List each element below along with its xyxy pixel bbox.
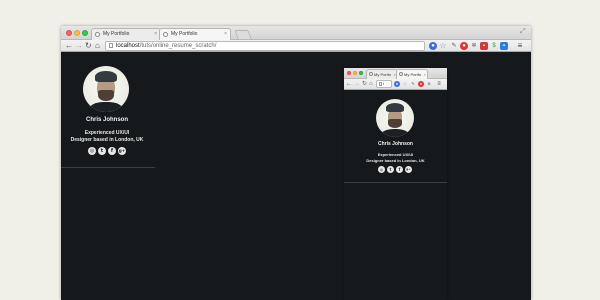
reload-icon[interactable]: ↻ — [85, 41, 92, 50]
bookmark-star-icon[interactable]: ☆ — [402, 81, 408, 87]
fullscreen-icon[interactable]: ⤢ — [520, 28, 526, 36]
page-icon — [109, 43, 113, 48]
url-host: localhost — [116, 43, 140, 49]
address-bar[interactable]: l — [376, 80, 392, 88]
extension-globe-icon[interactable]: ● — [394, 81, 400, 87]
wrench-icon[interactable]: ✎ — [410, 81, 416, 87]
profile-tagline-line1: Experienced UX/UI — [84, 130, 130, 136]
browser-toolbar: ← → ↻ ⌂ l ● ☆ ✎ ● ✲ ≡ — [344, 79, 447, 90]
avatar — [83, 66, 129, 112]
wrench-icon[interactable]: ✎ — [450, 42, 458, 50]
tab-my-portfolio-1[interactable]: My Portfo × — [366, 69, 398, 79]
back-icon[interactable]: ← — [346, 80, 352, 89]
tab-title: My Portfo — [374, 72, 392, 77]
back-icon[interactable]: ← — [65, 41, 73, 50]
googleplus-icon[interactable]: g+ — [118, 147, 126, 155]
googleplus-icon[interactable]: g+ — [405, 166, 412, 173]
tab-my-portfolio-2[interactable]: My Portfolio × — [159, 28, 231, 40]
extension-red-icon[interactable]: ● — [460, 42, 468, 50]
url-host: l — [383, 81, 384, 86]
forward-icon[interactable]: → — [75, 41, 83, 50]
browser-window-large: My Portfolio × My Portfolio × ⤢ ← → ↻ ⌂ … — [61, 26, 531, 300]
tab-bar: My Portfo × My Portfo × — [344, 68, 447, 79]
new-tab-button[interactable] — [234, 30, 252, 39]
minimize-window-button[interactable] — [353, 71, 357, 75]
home-icon[interactable]: ⌂ — [95, 41, 100, 50]
page-favicon-icon — [399, 72, 403, 76]
url-path: /tuts/online_resume_scratch/ — [139, 43, 217, 49]
bookmark-star-icon[interactable]: ☆ — [439, 42, 447, 50]
twitter-icon[interactable]: t — [98, 147, 106, 155]
page-viewport: Chris Johnson Experienced UX/UI Designer… — [61, 52, 531, 300]
extension-gear-icon[interactable]: ✲ — [426, 81, 432, 87]
extension-globe-icon[interactable]: ● — [429, 42, 437, 50]
social-links: ◎ t f g+ — [88, 147, 126, 155]
extension-square-icon[interactable]: ▪ — [480, 42, 488, 50]
extension-blue-icon[interactable]: ▪ — [500, 42, 508, 50]
page-favicon-icon — [163, 32, 168, 37]
divider — [61, 167, 155, 168]
zoom-window-button[interactable] — [82, 30, 88, 36]
avatar — [376, 99, 414, 137]
profile-tagline-line1: Experienced UX/UI — [377, 152, 414, 157]
profile-tagline-line2: Designer based in London, UK — [70, 137, 144, 143]
tab-close-icon[interactable]: × — [154, 29, 157, 40]
menu-icon[interactable]: ≡ — [516, 42, 524, 50]
extension-green-icon[interactable]: $ — [490, 42, 498, 50]
profile-name: Chris Johnson — [377, 141, 413, 147]
tab-title: My Portfolio — [171, 31, 198, 37]
dribbble-icon[interactable]: ◎ — [88, 147, 96, 155]
twitter-icon[interactable]: t — [387, 166, 394, 173]
extension-gear-icon[interactable]: ✲ — [470, 42, 478, 50]
browser-toolbar: ← → ↻ ⌂ localhost/tuts/online_resume_scr… — [61, 40, 531, 52]
facebook-icon[interactable]: f — [396, 166, 403, 173]
tab-title: My Portfo — [404, 72, 422, 77]
page-favicon-icon — [369, 72, 373, 76]
tab-close-icon[interactable]: × — [224, 29, 227, 40]
social-links: ◎ t f g+ — [378, 166, 412, 173]
reload-icon[interactable]: ↻ — [362, 80, 367, 89]
home-icon[interactable]: ⌂ — [369, 80, 373, 89]
dribbble-icon[interactable]: ◎ — [378, 166, 385, 173]
address-bar[interactable]: localhost/tuts/online_resume_scratch/ — [105, 41, 425, 51]
facebook-icon[interactable]: f — [108, 147, 116, 155]
tab-my-portfolio-1[interactable]: My Portfolio × — [91, 28, 161, 40]
extension-red-icon[interactable]: ● — [418, 81, 424, 87]
close-window-button[interactable] — [347, 71, 351, 75]
menu-icon[interactable]: ≡ — [436, 81, 442, 87]
tab-close-icon[interactable]: × — [424, 70, 426, 79]
browser-window-small: My Portfo × My Portfo × ← → ↻ ⌂ l ● ☆ ✎ … — [344, 68, 447, 300]
tab-title: My Portfolio — [103, 31, 130, 37]
close-window-button[interactable] — [66, 30, 72, 36]
tab-my-portfolio-2[interactable]: My Portfo × — [396, 69, 428, 79]
minimize-window-button[interactable] — [74, 30, 80, 36]
forward-icon[interactable]: → — [354, 80, 360, 89]
page-viewport: Chris Johnson Experienced UX/UI Designer… — [344, 90, 447, 300]
profile-tagline-line2: Designer based in London, UK — [366, 158, 425, 163]
profile-name: Chris Johnson — [85, 117, 128, 123]
page-icon — [379, 82, 382, 86]
zoom-window-button[interactable] — [359, 71, 363, 75]
tab-bar: My Portfolio × My Portfolio × ⤢ — [61, 26, 531, 40]
page-favicon-icon — [95, 32, 100, 37]
divider — [344, 182, 447, 183]
